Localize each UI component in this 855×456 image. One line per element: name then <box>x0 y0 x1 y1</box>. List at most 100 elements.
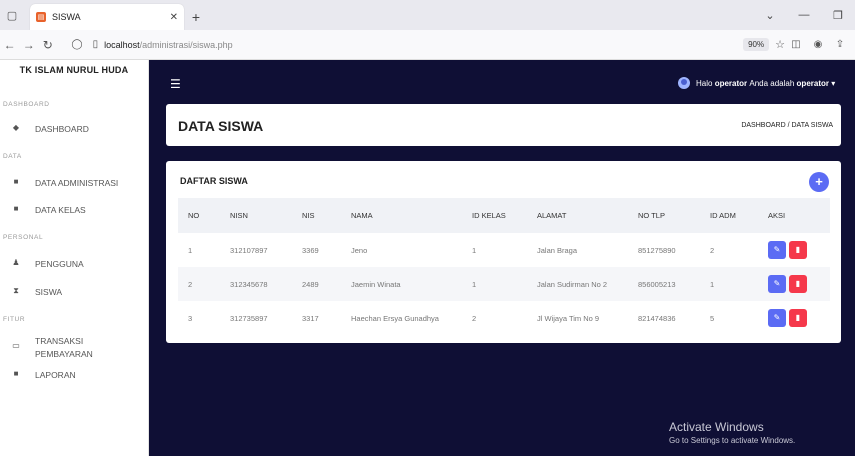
address-bar[interactable]: ◯ ▯ localhost /administrasi/siswa.php <box>67 34 603 56</box>
cell-nisn: 312735897 <box>230 313 268 323</box>
cell-aksi: ✎ ▮ <box>758 233 830 267</box>
cell-nisn: 312107897 <box>230 245 268 255</box>
section-data: DATA <box>3 153 22 160</box>
students-table: NO NISN NIS NAMA ID KELAS ALAMAT NO TLP … <box>178 198 830 335</box>
favicon-icon: ▤ <box>36 12 46 22</box>
col-no-tlp: NO TLP <box>638 211 665 220</box>
section-dashboard: DASHBOARD <box>3 101 50 108</box>
sidebar-item-transaksi[interactable]: ▭ TRANSAKSI PEMBAYARAN <box>0 335 149 361</box>
cell-nama: Haechan Ersya Gunadhya <box>351 313 439 323</box>
page-icon: ▯ <box>92 39 99 50</box>
browser-tab[interactable]: ▤ SISWA ✕ <box>30 4 184 30</box>
cell-alamat: Jalan Braga <box>537 245 578 255</box>
cell-no-tlp: 851275890 <box>638 245 676 255</box>
sidebar-item-pengguna[interactable]: ♟ PENGGUNA <box>0 258 149 271</box>
page-title: DATA SISWA <box>178 118 264 134</box>
cell-nis: 3317 <box>302 313 319 323</box>
cell-id-kelas: 2 <box>472 313 477 323</box>
edit-button[interactable]: ✎ <box>768 241 786 259</box>
add-student-button[interactable]: + <box>809 172 829 192</box>
brand-title: TK ISLAM NURUL HUDA <box>19 65 129 75</box>
cell-nis: 3369 <box>302 245 319 255</box>
browser-tabbar: ▢ ▤ SISWA ✕ + ⌄ — ❐ <box>0 0 855 30</box>
col-id-adm: ID ADM <box>710 211 736 220</box>
tab-title: SISWA <box>52 12 81 22</box>
sidebar-item-label: DATA ADMINISTRASI <box>35 178 119 188</box>
edit-button[interactable]: ✎ <box>768 309 786 327</box>
section-personal: PERSONAL <box>3 234 44 241</box>
table-title: DAFTAR SISWA <box>180 176 248 186</box>
delete-button[interactable]: ▮ <box>789 275 807 293</box>
table-header-row: NO NISN NIS NAMA ID KELAS ALAMAT NO TLP … <box>178 198 830 233</box>
maximize-icon[interactable]: ❐ <box>821 9 855 22</box>
pocket-icon[interactable]: ◫ <box>785 39 807 50</box>
table-row: 3 312735897 3317 Haechan Ersya Gunadhya … <box>178 301 830 335</box>
cell-no: 1 <box>188 245 193 255</box>
student-icon: ⧗ <box>13 286 19 295</box>
cell-aksi: ✎ ▮ <box>758 267 830 301</box>
tab-list-icon[interactable]: ▢ <box>0 0 24 30</box>
cell-nama: Jeno <box>351 245 368 255</box>
close-tab-icon[interactable]: ✕ <box>170 12 178 23</box>
cell-id-adm: 5 <box>710 313 715 323</box>
table-icon: ■ <box>13 204 19 213</box>
cell-alamat: Jalan Sudirman No 2 <box>537 279 608 289</box>
col-no: NO <box>188 211 200 220</box>
col-aksi: AKSI <box>768 211 786 220</box>
sidebar-item-laporan[interactable]: ■ LAPORAN <box>0 369 149 382</box>
sidebar-item-label: TRANSAKSI PEMBAYARAN <box>35 336 93 359</box>
url-host: localhost <box>104 39 140 50</box>
tab-dropdown-icon[interactable]: ⌄ <box>753 9 787 22</box>
delete-button[interactable]: ▮ <box>789 309 807 327</box>
reload-icon[interactable]: ↻ <box>38 38 57 52</box>
col-nis: NIS <box>302 211 315 220</box>
col-nisn: NISN <box>230 211 248 220</box>
extensions-icon[interactable]: ⇪ <box>829 39 851 50</box>
sidebar: TK ISLAM NURUL HUDA DASHBOARD ◆ DASHBOAR… <box>0 60 149 456</box>
account-icon[interactable]: ◉ <box>807 39 829 50</box>
cell-no-tlp: 856005213 <box>638 279 676 289</box>
cell-aksi: ✎ ▮ <box>758 301 830 335</box>
page-header-card: DATA SISWA DASHBOARD / DATA SISWA <box>166 104 841 146</box>
table-icon: ■ <box>13 177 19 186</box>
cell-id-kelas: 1 <box>472 279 477 289</box>
cell-id-kelas: 1 <box>472 245 477 255</box>
watermark-subtitle: Go to Settings to activate Windows. <box>669 436 796 445</box>
sidebar-item-data-administrasi[interactable]: ■ DATA ADMINISTRASI <box>0 177 149 190</box>
sidebar-item-label: DATA KELAS <box>35 205 86 215</box>
table-row: 2 312345678 2489 Jaemin Winata 1 Jalan S… <box>178 267 830 301</box>
sidebar-item-data-kelas[interactable]: ■ DATA KELAS <box>0 204 149 217</box>
cell-no-tlp: 821474836 <box>638 313 676 323</box>
url-path: /administrasi/siswa.php <box>139 39 233 50</box>
new-tab-button[interactable]: + <box>184 4 208 30</box>
greeting-text: Halo <box>696 78 713 88</box>
forward-icon[interactable]: → <box>19 38 38 52</box>
cell-id-adm: 2 <box>710 245 715 255</box>
hamburger-menu-icon[interactable]: ☰ <box>170 77 181 91</box>
sidebar-item-label: SISWA <box>35 287 63 297</box>
minimize-icon[interactable]: — <box>787 9 821 21</box>
back-icon[interactable]: ← <box>0 38 19 52</box>
report-icon: ■ <box>13 369 19 378</box>
delete-button[interactable]: ▮ <box>789 241 807 259</box>
zoom-badge[interactable]: 90% <box>743 38 770 51</box>
sidebar-item-siswa[interactable]: ⧗ SISWA <box>0 286 149 299</box>
shield-icon: ◯ <box>71 39 83 50</box>
watermark-title: Activate Windows <box>669 420 764 434</box>
cell-nis: 2489 <box>302 279 319 289</box>
dashboard-icon: ◆ <box>12 123 20 132</box>
col-id-kelas: ID KELAS <box>472 211 506 220</box>
sidebar-item-label: PENGGUNA <box>35 259 84 269</box>
table-card: DAFTAR SISWA + NO NISN NIS NAMA ID KELAS… <box>166 161 841 343</box>
sidebar-item-label: DASHBOARD <box>35 124 89 134</box>
breadcrumb[interactable]: DASHBOARD / DATA SISWA <box>741 122 833 129</box>
role-text: Anda adalah <box>749 78 795 88</box>
sidebar-item-dashboard[interactable]: ◆ DASHBOARD <box>0 123 149 136</box>
avatar <box>678 77 690 89</box>
activation-watermark: Activate Windows Go to Settings to activ… <box>669 420 795 445</box>
user-menu[interactable]: Halo operator Anda adalah operator ▾ <box>678 77 835 89</box>
edit-button[interactable]: ✎ <box>768 275 786 293</box>
money-icon: ▭ <box>12 341 20 350</box>
bookmark-star-icon[interactable]: ☆ <box>775 38 785 51</box>
browser-navbar: ← → ↻ ◯ ▯ localhost /administrasi/siswa.… <box>0 30 855 60</box>
